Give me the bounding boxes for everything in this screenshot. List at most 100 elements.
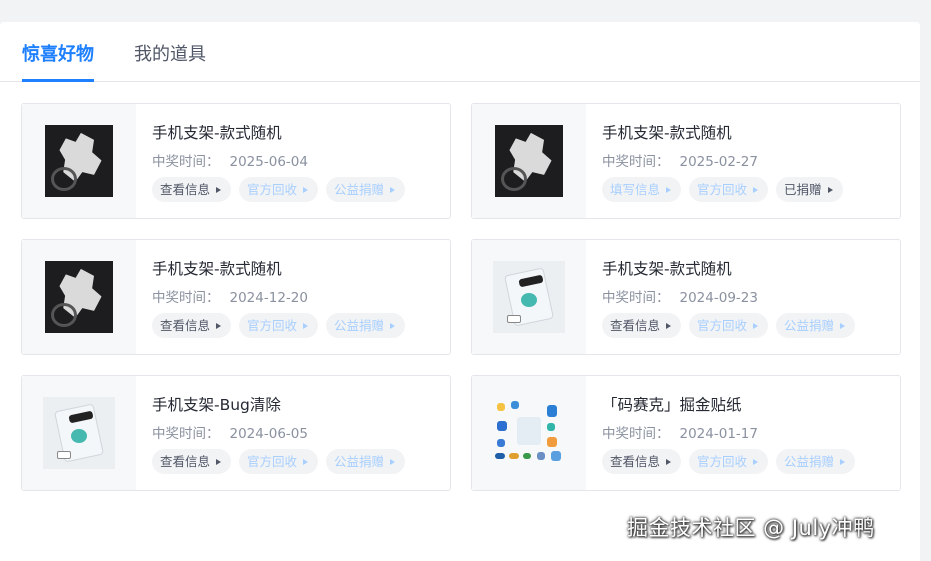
- prize-action-button[interactable]: 官方回收: [689, 449, 769, 474]
- prize-action-label: 公益捐赠: [334, 318, 385, 333]
- prize-action-label: 填写信息: [610, 182, 661, 197]
- caret-right-icon: [666, 322, 672, 329]
- prize-date-value: 2024-06-05: [229, 426, 308, 442]
- prize-date: 中奖时间： 2025-02-27: [602, 150, 758, 170]
- prize-action-button[interactable]: 查看信息: [152, 177, 232, 202]
- prize-action-button[interactable]: 查看信息: [602, 313, 682, 338]
- prize-action-button[interactable]: 公益捐赠: [776, 449, 856, 474]
- prize-date-label: 中奖时间：: [152, 290, 220, 306]
- caret-right-icon: [666, 458, 672, 465]
- prize-card: 「码赛克」掘金贴纸 中奖时间： 2024-01-17 查看信息 官方回收 公益捐赠: [471, 375, 901, 491]
- caret-right-icon: [390, 186, 396, 193]
- prize-date: 中奖时间： 2025-06-04: [152, 150, 308, 170]
- prize-action-label: 官方回收: [697, 454, 748, 469]
- prize-info: 「码赛克」掘金贴纸 中奖时间： 2024-01-17 查看信息 官方回收 公益捐赠: [586, 376, 900, 490]
- prize-action-button[interactable]: 官方回收: [239, 449, 319, 474]
- caret-right-icon: [390, 458, 396, 465]
- prize-date-value: 2025-06-04: [229, 154, 308, 170]
- caret-right-icon: [216, 186, 222, 193]
- watermark: 掘金技术社区 @ July冲鸭: [627, 516, 875, 540]
- caret-right-icon: [753, 322, 759, 329]
- prize-action-button[interactable]: 官方回收: [689, 313, 769, 338]
- prize-action-label: 公益捐赠: [784, 318, 835, 333]
- prize-action-button[interactable]: 公益捐赠: [326, 313, 406, 338]
- prize-action-label: 公益捐赠: [784, 454, 835, 469]
- prize-actions: 查看信息 官方回收 公益捐赠: [152, 313, 406, 338]
- prize-date-value: 2024-12-20: [229, 290, 308, 306]
- prize-card: 手机支架-款式随机 中奖时间： 2025-02-27 填写信息 官方回收 已捐赠: [471, 103, 901, 219]
- tab-surprise-goods[interactable]: 惊喜好物: [22, 40, 94, 66]
- prize-info: 手机支架-款式随机 中奖时间： 2025-02-27 填写信息 官方回收 已捐赠: [586, 104, 900, 218]
- prize-date-label: 中奖时间：: [152, 154, 220, 170]
- prize-date: 中奖时间： 2024-01-17: [602, 422, 758, 442]
- caret-right-icon: [840, 458, 846, 465]
- prize-thumbnail: [22, 376, 136, 490]
- phone-stand-dark-image: [495, 125, 563, 197]
- prize-action-label: 官方回收: [697, 182, 748, 197]
- prize-date: 中奖时间： 2024-12-20: [152, 286, 308, 306]
- prize-action-button[interactable]: 已捐赠: [776, 177, 843, 202]
- prize-action-label: 查看信息: [610, 454, 661, 469]
- prize-info: 手机支架-款式随机中奖时间： 2024-09-23 查看信息 官方回收 公益捐赠: [586, 240, 900, 354]
- prize-action-button[interactable]: 填写信息: [602, 177, 682, 202]
- prize-date-label: 中奖时间：: [152, 426, 220, 442]
- tab-bar: 惊喜好物 我的道具: [0, 22, 920, 82]
- prize-card: 手机支架-款式随机 中奖时间： 2025-06-04 查看信息 官方回收 公益捐赠: [21, 103, 451, 219]
- prize-date: 中奖时间： 2024-09-23: [602, 286, 758, 306]
- caret-right-icon: [216, 322, 222, 329]
- prize-actions: 查看信息 官方回收 公益捐赠: [152, 449, 406, 474]
- prize-actions: 填写信息 官方回收 已捐赠: [602, 177, 843, 202]
- prize-title: 手机支架-款式随机: [602, 260, 732, 278]
- prize-thumbnail: [22, 104, 136, 218]
- prize-title: 手机支架-Bug清除: [152, 396, 281, 414]
- prize-action-label: 查看信息: [160, 454, 211, 469]
- prize-date-value: 2024-09-23: [679, 290, 758, 306]
- prize-actions: 查看信息 官方回收 公益捐赠: [602, 313, 856, 338]
- prize-actions: 查看信息 官方回收 公益捐赠: [152, 177, 406, 202]
- prize-action-button[interactable]: 查看信息: [152, 449, 232, 474]
- phone-stand-dark-image: [45, 125, 113, 197]
- caret-right-icon: [753, 458, 759, 465]
- prize-action-label: 官方回收: [247, 182, 298, 197]
- prize-actions: 查看信息 官方回收 公益捐赠: [602, 449, 856, 474]
- prize-date: 中奖时间： 2024-06-05: [152, 422, 308, 442]
- prize-action-label: 公益捐赠: [334, 182, 385, 197]
- caret-right-icon: [303, 186, 309, 193]
- prize-action-label: 官方回收: [697, 318, 748, 333]
- prize-action-label: 官方回收: [247, 454, 298, 469]
- prize-action-button[interactable]: 公益捐赠: [326, 177, 406, 202]
- caret-right-icon: [827, 186, 833, 193]
- prize-title: 手机支架-款式随机: [152, 124, 282, 142]
- prize-date-label: 中奖时间：: [602, 154, 670, 170]
- sticker-sheet-image: [489, 397, 569, 469]
- prize-thumbnail: [22, 240, 136, 354]
- caret-right-icon: [753, 186, 759, 193]
- caret-right-icon: [666, 186, 672, 193]
- prize-action-button[interactable]: 查看信息: [152, 313, 232, 338]
- phone-stand-clear-image: [43, 397, 115, 469]
- prize-action-button[interactable]: 公益捐赠: [326, 449, 406, 474]
- prize-title: 手机支架-款式随机: [602, 124, 732, 142]
- caret-right-icon: [303, 458, 309, 465]
- prize-action-button[interactable]: 官方回收: [689, 177, 769, 202]
- prize-action-label: 官方回收: [247, 318, 298, 333]
- prize-thumbnail: [472, 376, 586, 490]
- caret-right-icon: [390, 322, 396, 329]
- prize-action-button[interactable]: 官方回收: [239, 313, 319, 338]
- prize-info: 手机支架-款式随机 中奖时间： 2024-12-20 查看信息 官方回收 公益捐赠: [136, 240, 450, 354]
- prize-title: 「码赛克」掘金贴纸: [602, 396, 742, 414]
- prize-action-label: 查看信息: [610, 318, 661, 333]
- prize-date-value: 2025-02-27: [679, 154, 758, 170]
- prize-action-button[interactable]: 公益捐赠: [776, 313, 856, 338]
- prize-date-label: 中奖时间：: [602, 426, 670, 442]
- prize-action-button[interactable]: 官方回收: [239, 177, 319, 202]
- prize-card: 手机支架-款式随机 中奖时间： 2024-12-20 查看信息 官方回收 公益捐赠: [21, 239, 451, 355]
- caret-right-icon: [303, 322, 309, 329]
- prize-thumbnail: [472, 240, 586, 354]
- prize-action-label: 已捐赠: [784, 182, 822, 197]
- prize-action-label: 公益捐赠: [334, 454, 385, 469]
- tab-my-items[interactable]: 我的道具: [134, 40, 206, 66]
- prize-action-button[interactable]: 查看信息: [602, 449, 682, 474]
- phone-stand-dark-image: [45, 261, 113, 333]
- prize-info: 手机支架-款式随机 中奖时间： 2025-06-04 查看信息 官方回收 公益捐赠: [136, 104, 450, 218]
